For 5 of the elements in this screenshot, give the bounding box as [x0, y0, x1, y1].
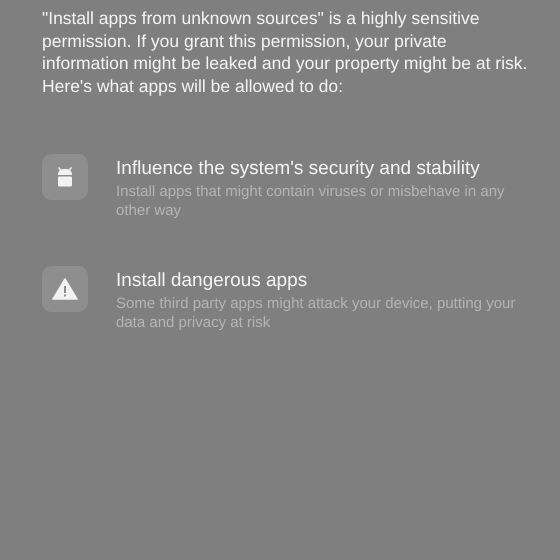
permission-title: Install dangerous apps — [116, 269, 308, 292]
permission-title: Influence the system's security and stability — [116, 157, 481, 180]
warning-icon — [42, 266, 88, 312]
warning-text: "Install apps from unknown sources" is a highly sensitive permission. If you grant this permission, your private information might be leaked and your property might be at risk. Here's what apps will be allowed to do: — [42, 7, 528, 97]
robot-icon — [42, 154, 88, 200]
